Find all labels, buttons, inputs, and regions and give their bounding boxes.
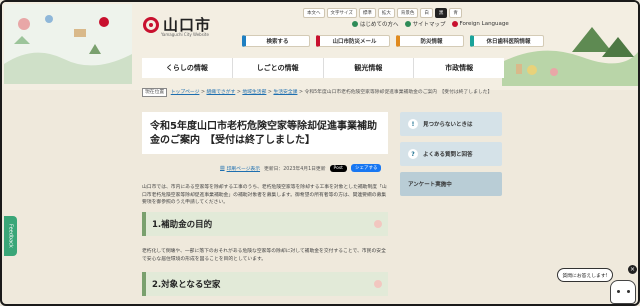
globe-icon (451, 21, 458, 27)
sidebar: ! 見つからないときは ? よくある質問と回答 アンケート実施中 (400, 112, 502, 202)
share-button[interactable]: シェアする (350, 164, 382, 172)
title-box: 令和5年度山口市老朽危険空家等除却促進事業補助金のご案内 【受付は終了しました】 (142, 112, 388, 154)
updated-date: 更新日：2023年4月1日更新 (264, 166, 326, 172)
nav-tourism[interactable]: 観光情報 (323, 58, 415, 78)
article-meta: ▤ 印刷ページ表示 更新日：2023年4月1日更新 Post シェアする (142, 164, 388, 172)
faq-link[interactable]: ? よくある質問と回答 (400, 142, 502, 166)
page-frame: 山口市 Yamaguchi City Website 本文へ 文字サイズ 標準 … (0, 0, 640, 306)
foreign-language-link[interactable]: Foreign Language (451, 21, 509, 27)
sitemap-label: サイトマップ (412, 22, 446, 28)
article: 令和5年度山口市老朽危険空家等除却促進事業補助金のご案内 【受付は終了しました】… (142, 112, 388, 304)
print-label: 印刷ページ表示 (226, 166, 261, 172)
print-link[interactable]: ▤ 印刷ページ表示 (220, 165, 260, 172)
bg-blue-button[interactable]: 青 (449, 8, 462, 18)
flower-icon (374, 220, 382, 228)
accessibility-toolbar: 本文へ 文字サイズ 標準 拡大 背景色 白 黒 青 (303, 8, 462, 18)
font-size-large-button[interactable]: 拡大 (377, 8, 395, 18)
flower-icon (374, 280, 382, 288)
site-header: 山口市 Yamaguchi City Website 本文へ 文字サイズ 標準 … (2, 2, 638, 90)
post-button[interactable]: Post (329, 164, 347, 172)
skip-to-content-link[interactable]: 本文へ (303, 8, 325, 18)
nav-work[interactable]: しごとの情報 (232, 58, 324, 78)
survey-label: アンケート実施中 (408, 182, 452, 188)
breadcrumb-current-marker: 現在位置 (142, 88, 168, 97)
nav-living[interactable]: くらしの情報 (142, 58, 233, 78)
question-icon: ? (408, 149, 418, 159)
chatbot-icon[interactable] (610, 280, 636, 304)
logo-subtitle: Yamaguchi City Website (161, 32, 209, 37)
header-links: はじめての方へ サイトマップ Foreign Language (352, 20, 509, 28)
nav-city-admin[interactable]: 市政情報 (414, 58, 504, 78)
arrow-icon (352, 21, 358, 27)
chat-bubble[interactable]: 質問にお答えします! (557, 268, 613, 282)
disaster-info-button[interactable]: 防災情報 (396, 35, 464, 47)
bg-color-label: 背景色 (396, 8, 419, 18)
font-size-label: 文字サイズ (326, 8, 357, 18)
city-emblem-icon (143, 16, 159, 33)
not-found-link[interactable]: ! 見つからないときは (400, 112, 502, 136)
purpose-text: 老朽化して倒壊や、一部に落下のおそれがある危険な空家等の除却に対して補助金を交付… (142, 249, 386, 262)
print-icon: ▤ (220, 165, 225, 171)
font-size-standard-button[interactable]: 標準 (358, 8, 376, 18)
foreign-language-label: Foreign Language (459, 21, 509, 27)
breadcrumb-division[interactable]: 生活安全課 (273, 90, 297, 95)
intro-text: 山口市では、市内にある空家等を除却する工事のうち、老朽危険空家等を除却する工事を… (142, 185, 387, 205)
bg-black-button[interactable]: 黒 (434, 8, 448, 18)
breadcrumb-org[interactable]: 組織でさがす (207, 90, 236, 95)
section-heading-target: 2.対象となる空家 (142, 272, 388, 296)
arrow-icon (404, 21, 411, 27)
breadcrumb: 現在位置 トップページ > 組織でさがす > 地域生活部 > 生活安全課 > 令… (142, 88, 522, 97)
breadcrumb-current: 令和5年度山口市老朽危険空家等除却促進事業補助金のご案内 【受付は終了しました】 (304, 90, 493, 95)
first-visit-label: はじめての方へ (360, 22, 399, 28)
search-button[interactable]: 検索する (242, 35, 310, 47)
first-visit-link[interactable]: はじめての方へ (352, 20, 399, 28)
quick-links: 検索する 山口市防災メール 防災情報 休日歯科医院情報 (242, 35, 544, 47)
close-icon[interactable]: × (628, 265, 637, 274)
feedback-tab[interactable]: Feedback (4, 216, 17, 256)
not-found-label: 見つからないときは (423, 122, 473, 128)
breadcrumb-department[interactable]: 地域生活部 (242, 90, 266, 95)
breadcrumb-home[interactable]: トップページ (171, 90, 200, 95)
sitemap-link[interactable]: サイトマップ (404, 20, 446, 28)
survey-link[interactable]: アンケート実施中 (400, 172, 502, 196)
disaster-mail-button[interactable]: 山口市防災メール (316, 35, 390, 47)
section-heading-purpose: 1.補助金の目的 (142, 212, 388, 236)
info-icon: ! (408, 119, 418, 129)
header-illustration-right (502, 27, 638, 86)
bg-white-button[interactable]: 白 (420, 8, 433, 18)
page-title: 令和5年度山口市老朽危険空家等除却促進事業補助金のご案内 【受付は終了しました】 (150, 121, 377, 146)
main-navigation: くらしの情報 しごとの情報 観光情報 市政情報 (142, 58, 504, 78)
section-heading-target-text: 2.対象となる空家 (152, 280, 221, 290)
section-heading-purpose-text: 1.補助金の目的 (152, 220, 213, 230)
holiday-dental-button[interactable]: 休日歯科医院情報 (470, 35, 544, 47)
header-illustration-left (4, 4, 132, 84)
faq-label: よくある質問と回答 (423, 152, 473, 158)
